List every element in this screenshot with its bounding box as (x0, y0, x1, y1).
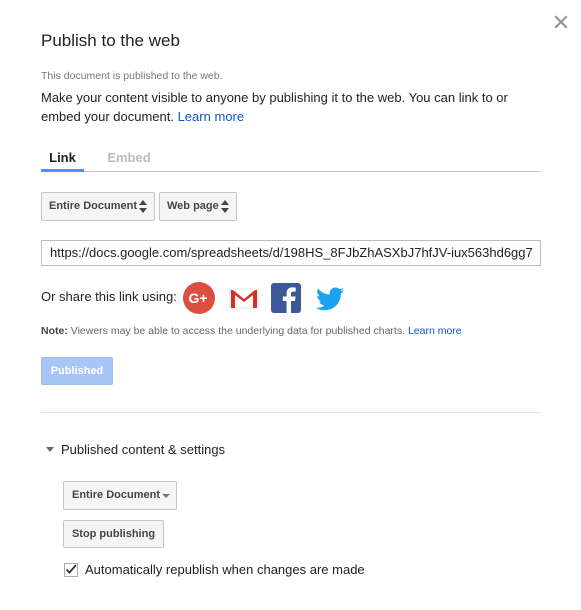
up-down-arrow-icon (221, 200, 229, 213)
auto-republish-checkbox[interactable] (64, 563, 78, 577)
twitter-icon[interactable] (314, 282, 346, 314)
gmail-icon[interactable] (228, 282, 260, 314)
note-prefix: Note: (41, 325, 68, 337)
share-label: Or share this link using: (41, 289, 177, 304)
up-down-arrow-icon (139, 200, 147, 213)
triangle-down-icon (46, 447, 54, 453)
tab-bar: Link Embed (41, 148, 541, 172)
format-select-value: Web page (167, 200, 219, 212)
stop-publishing-button[interactable]: Stop publishing (63, 520, 164, 548)
publish-status-text: This document is published to the web. (41, 70, 223, 82)
tab-embed[interactable]: Embed (107, 148, 151, 172)
note-text: Viewers may be able to access the underl… (67, 325, 408, 337)
auto-republish-label: Automatically republish when changes are… (85, 562, 365, 577)
svg-text:G+: G+ (188, 290, 207, 306)
caret-down-icon (162, 494, 170, 498)
intro-body: Make your content visible to anyone by p… (41, 90, 508, 124)
published-scope-dropdown[interactable]: Entire Document (63, 481, 177, 510)
published-button[interactable]: Published (41, 357, 113, 385)
note-learn-more-link[interactable]: Learn more (408, 325, 462, 337)
intro-text: Make your content visible to anyone by p… (41, 88, 536, 126)
publish-url-field[interactable]: https://docs.google.com/spreadsheets/d/1… (41, 240, 541, 266)
close-button[interactable] (551, 12, 571, 32)
published-settings-header: Published content & settings (61, 442, 226, 457)
format-select[interactable]: Web page (159, 192, 237, 221)
checkmark-icon (65, 564, 77, 574)
published-settings-toggle[interactable]: Published content & settings (46, 442, 225, 457)
tab-link[interactable]: Link (41, 148, 84, 172)
published-scope-value: Entire Document (72, 489, 161, 501)
dialog-title: Publish to the web (41, 31, 180, 50)
scope-select[interactable]: Entire Document (41, 192, 155, 221)
facebook-icon[interactable] (270, 282, 302, 314)
divider (41, 412, 541, 413)
google-plus-icon[interactable]: G+ (183, 282, 215, 314)
close-icon (554, 15, 568, 29)
learn-more-link[interactable]: Learn more (178, 109, 244, 124)
data-note: Note: Viewers may be able to access the … (41, 325, 462, 337)
scope-select-value: Entire Document (49, 200, 138, 212)
